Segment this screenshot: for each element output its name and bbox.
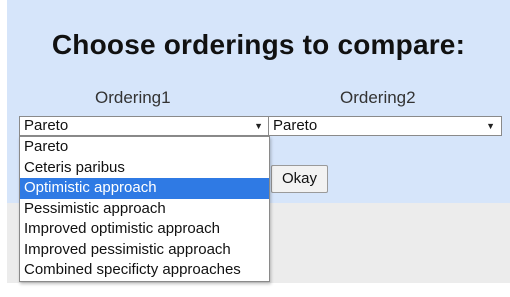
dropdown-option[interactable]: Pareto — [20, 137, 269, 158]
ordering1-select[interactable]: Pareto ▼ — [19, 116, 270, 136]
ordering1-selected-value: Pareto — [24, 117, 69, 134]
dropdown-option-highlighted[interactable]: Optimistic approach — [20, 178, 269, 199]
dropdown-option[interactable]: Pessimistic approach — [20, 199, 269, 220]
page-title: Choose orderings to compare: — [51, 29, 466, 60]
dropdown-option[interactable]: Improved pessimistic approach — [20, 240, 269, 261]
chevron-down-icon: ▼ — [486, 121, 495, 131]
okay-button[interactable]: Okay — [271, 165, 328, 193]
dropdown-option[interactable]: Improved optimistic approach — [20, 219, 269, 240]
ordering1-dropdown-list: Pareto Ceteris paribus Optimistic approa… — [19, 136, 270, 282]
ordering2-selected-value: Pareto — [273, 117, 318, 134]
dropdown-option[interactable]: Combined specificty approaches — [20, 260, 269, 281]
ordering2-label: Ordering2 — [340, 88, 416, 107]
ordering1-label: Ordering1 — [95, 88, 171, 107]
dropdown-option[interactable]: Ceteris paribus — [20, 158, 269, 179]
ordering2-select[interactable]: Pareto ▼ — [268, 116, 502, 136]
chevron-down-icon: ▼ — [254, 121, 263, 131]
